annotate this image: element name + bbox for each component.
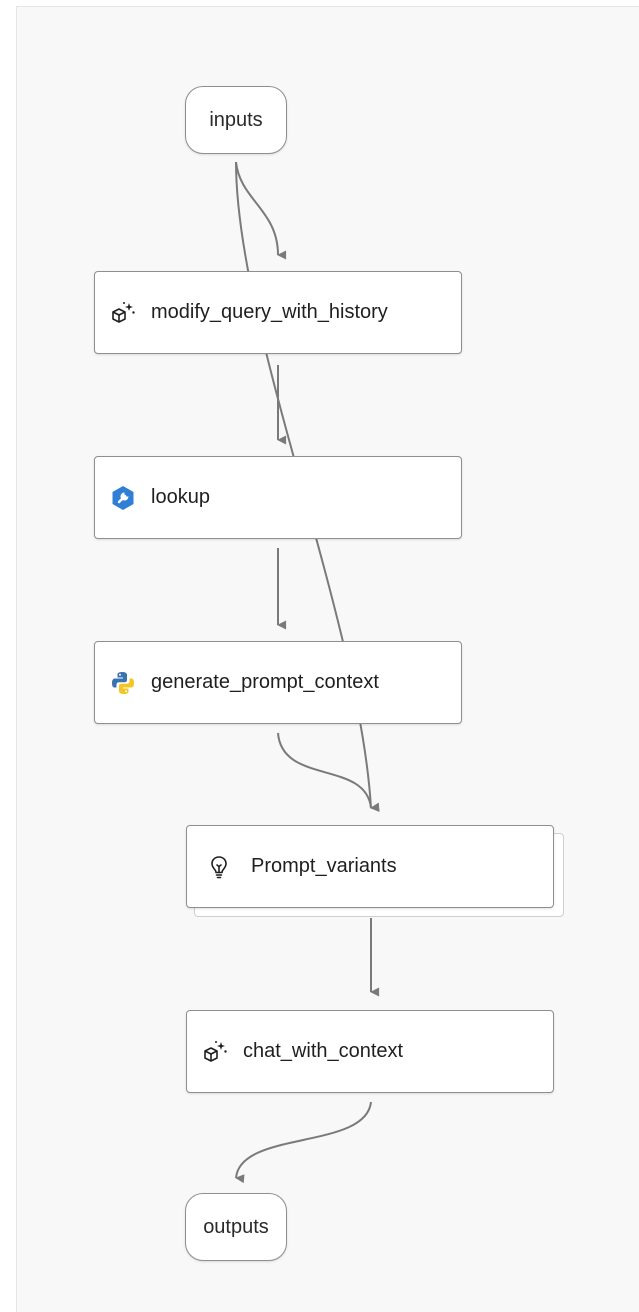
node-outputs-label: outputs bbox=[203, 1215, 269, 1238]
node-lookup[interactable]: lookup bbox=[94, 456, 462, 539]
node-chat-with-context-label: chat_with_context bbox=[243, 1040, 404, 1062]
node-generate-prompt-context-label: generate_prompt_context bbox=[151, 671, 379, 693]
llm-sparkle-cube-icon bbox=[201, 1038, 229, 1066]
node-modify-query-with-history-label: modify_query_with_history bbox=[151, 301, 388, 323]
node-inputs-label: inputs bbox=[209, 108, 263, 131]
node-lookup-label: lookup bbox=[151, 486, 210, 508]
tool-wrench-hexagon-icon bbox=[109, 484, 137, 512]
node-inputs[interactable]: inputs bbox=[185, 86, 287, 154]
node-prompt-variants[interactable]: Prompt_variants bbox=[186, 825, 554, 908]
node-chat-with-context[interactable]: chat_with_context bbox=[186, 1010, 554, 1093]
node-outputs[interactable]: outputs bbox=[185, 1193, 287, 1261]
node-modify-query-with-history[interactable]: modify_query_with_history bbox=[94, 271, 462, 354]
lightbulb-icon bbox=[205, 853, 233, 881]
node-prompt-variants-label: Prompt_variants bbox=[251, 855, 397, 877]
node-generate-prompt-context[interactable]: generate_prompt_context bbox=[94, 641, 462, 724]
python-icon bbox=[109, 669, 137, 697]
llm-sparkle-cube-icon bbox=[109, 299, 137, 327]
